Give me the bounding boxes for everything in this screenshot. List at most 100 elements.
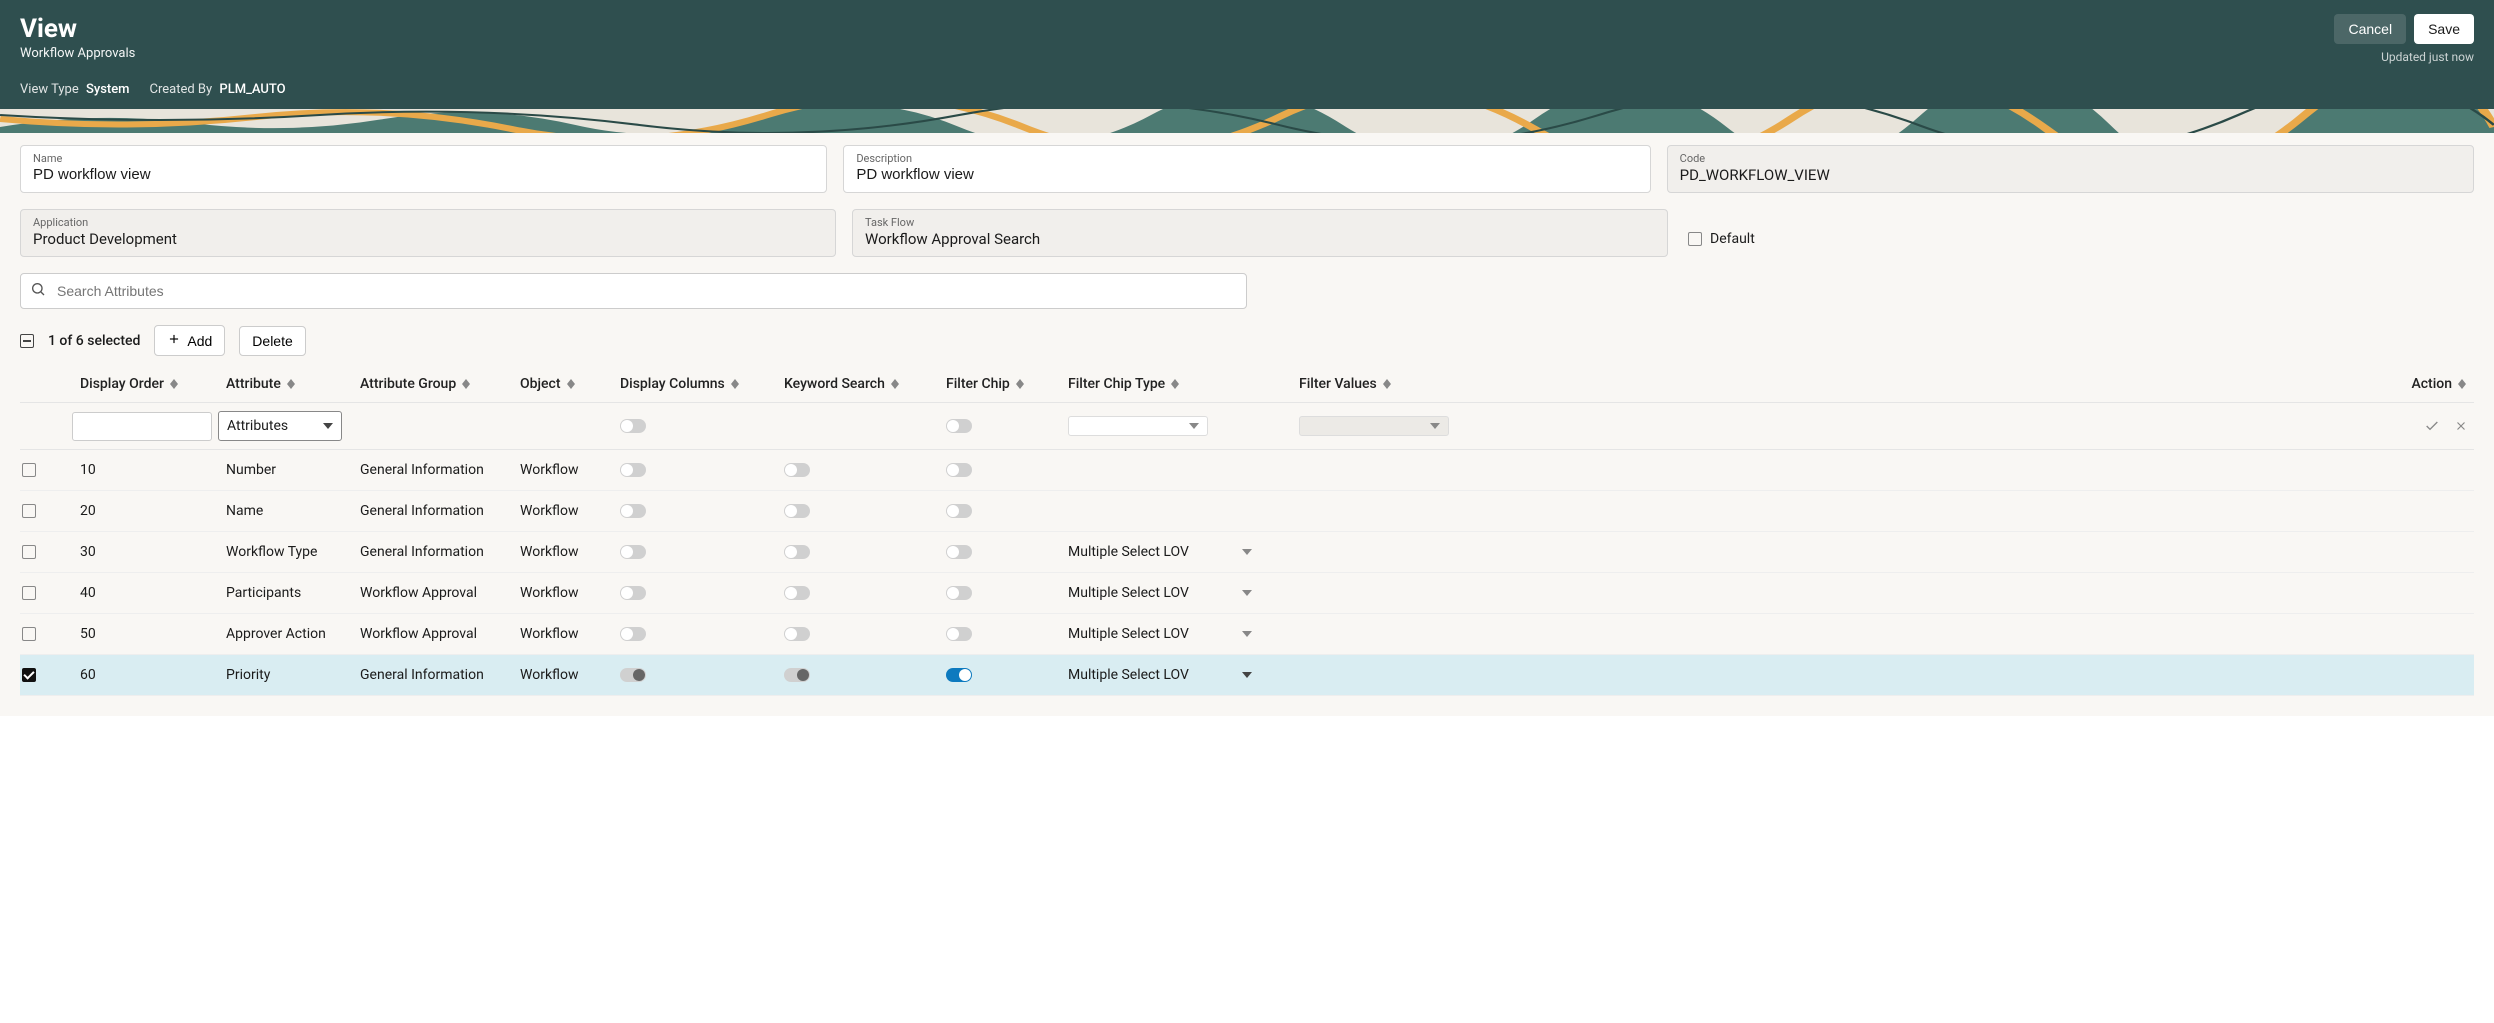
attribute-group-value: Workflow Approval bbox=[360, 585, 477, 601]
meta-view-type: View Type System bbox=[20, 82, 130, 97]
col-filter-values[interactable]: Filter Values bbox=[1291, 376, 2404, 392]
name-label: Name bbox=[33, 152, 814, 165]
keyword-search-toggle[interactable] bbox=[784, 668, 810, 682]
keyword-search-toggle[interactable] bbox=[784, 463, 810, 477]
filter-chip-toggle[interactable] bbox=[946, 586, 972, 600]
col-object[interactable]: Object bbox=[512, 376, 612, 392]
filter-display-col-toggle[interactable] bbox=[620, 419, 646, 433]
save-button[interactable]: Save bbox=[2414, 14, 2474, 44]
filter-attribute-select[interactable]: Attributes bbox=[218, 411, 342, 441]
filter-chip-type-select[interactable] bbox=[1068, 416, 1208, 436]
filter-chip-type-select[interactable]: Multiple Select LOV bbox=[1068, 585, 1258, 601]
name-input[interactable] bbox=[33, 166, 814, 183]
delete-button[interactable]: Delete bbox=[239, 326, 305, 356]
row-checkbox[interactable] bbox=[22, 504, 36, 518]
filter-chip-type-select[interactable]: Multiple Select LOV bbox=[1068, 626, 1258, 642]
table-row[interactable]: 20 Name General Information Workflow bbox=[20, 491, 2474, 532]
col-display-order[interactable]: Display Order bbox=[72, 376, 218, 392]
sort-icon bbox=[891, 379, 899, 389]
add-button[interactable]: Add bbox=[154, 325, 225, 356]
filter-chip-toggle[interactable] bbox=[946, 504, 972, 518]
filter-display-order-input[interactable] bbox=[72, 412, 212, 441]
keyword-search-toggle[interactable] bbox=[784, 545, 810, 559]
display-columns-toggle[interactable] bbox=[620, 627, 646, 641]
sort-icon bbox=[1171, 379, 1179, 389]
meta-view-type-label: View Type bbox=[20, 82, 79, 97]
col-attribute-group[interactable]: Attribute Group bbox=[352, 376, 512, 392]
cancel-button[interactable]: Cancel bbox=[2334, 14, 2406, 44]
confirm-icon[interactable] bbox=[2424, 418, 2440, 434]
object-value: Workflow bbox=[520, 626, 579, 642]
filter-chip-type-select[interactable]: Multiple Select LOV bbox=[1068, 667, 1258, 683]
display-order-value: 50 bbox=[80, 626, 96, 642]
filter-chip-type-select[interactable]: Multiple Select LOV bbox=[1068, 544, 1258, 560]
code-value: PD_WORKFLOW_VIEW bbox=[1680, 166, 2461, 184]
sort-icon bbox=[731, 379, 739, 389]
code-field-card: Code PD_WORKFLOW_VIEW bbox=[1667, 145, 2474, 193]
row-checkbox[interactable] bbox=[22, 627, 36, 641]
default-wrap: Default bbox=[1684, 209, 2474, 257]
filter-chip-type-value: Multiple Select LOV bbox=[1068, 544, 1189, 560]
display-columns-toggle[interactable] bbox=[620, 586, 646, 600]
table-row[interactable]: 40 Participants Workflow Approval Workfl… bbox=[20, 573, 2474, 614]
chevron-down-icon bbox=[1242, 672, 1252, 678]
col-attribute[interactable]: Attribute bbox=[218, 376, 352, 392]
object-value: Workflow bbox=[520, 667, 579, 683]
name-field-card[interactable]: Name bbox=[20, 145, 827, 193]
page-header: View Workflow Approvals Cancel Save Upda… bbox=[0, 0, 2494, 109]
table-row[interactable]: 60 Priority General Information Workflow… bbox=[20, 655, 2474, 696]
keyword-search-toggle[interactable] bbox=[784, 586, 810, 600]
taskflow-value: Workflow Approval Search bbox=[865, 230, 1655, 248]
description-input[interactable] bbox=[856, 166, 1637, 183]
display-columns-toggle[interactable] bbox=[620, 463, 646, 477]
search-input[interactable] bbox=[20, 273, 1247, 309]
description-label: Description bbox=[856, 152, 1637, 165]
updated-text: Updated just now bbox=[2334, 50, 2474, 64]
attribute-value: Participants bbox=[226, 585, 301, 601]
filter-chip-toggle[interactable] bbox=[946, 627, 972, 641]
table-row[interactable]: 10 Number General Information Workflow bbox=[20, 450, 2474, 491]
attribute-value: Workflow Type bbox=[226, 544, 317, 560]
row-checkbox[interactable] bbox=[22, 545, 36, 559]
keyword-search-toggle[interactable] bbox=[784, 504, 810, 518]
table-row[interactable]: 30 Workflow Type General Information Wor… bbox=[20, 532, 2474, 573]
object-value: Workflow bbox=[520, 462, 579, 478]
select-indeterminate-checkbox[interactable] bbox=[20, 334, 34, 348]
content-area: Name Description Code PD_WORKFLOW_VIEW A… bbox=[0, 133, 2494, 716]
close-icon[interactable] bbox=[2454, 419, 2468, 433]
row-checkbox[interactable] bbox=[22, 586, 36, 600]
row-checkbox[interactable] bbox=[22, 668, 36, 682]
keyword-search-toggle[interactable] bbox=[784, 627, 810, 641]
col-filter-chip[interactable]: Filter Chip bbox=[938, 376, 1060, 392]
display-columns-toggle[interactable] bbox=[620, 545, 646, 559]
filter-chip-toggle[interactable] bbox=[946, 463, 972, 477]
filter-chip-toggle[interactable] bbox=[946, 419, 972, 433]
col-filter-chip-type[interactable]: Filter Chip Type bbox=[1060, 376, 1291, 392]
display-order-value: 30 bbox=[80, 544, 96, 560]
filter-chip-type-value: Multiple Select LOV bbox=[1068, 626, 1189, 642]
display-columns-toggle[interactable] bbox=[620, 504, 646, 518]
filter-chip-toggle[interactable] bbox=[946, 668, 972, 682]
display-columns-toggle[interactable] bbox=[620, 668, 646, 682]
attribute-value: Number bbox=[226, 462, 276, 478]
col-keyword-search[interactable]: Keyword Search bbox=[776, 376, 938, 392]
default-checkbox[interactable] bbox=[1688, 232, 1702, 246]
application-field-card: Application Product Development bbox=[20, 209, 836, 257]
filter-values-select[interactable] bbox=[1299, 416, 1449, 436]
col-action[interactable]: Action bbox=[2404, 376, 2474, 392]
table-row[interactable]: 50 Approver Action Workflow Approval Wor… bbox=[20, 614, 2474, 655]
attribute-group-value: General Information bbox=[360, 462, 484, 478]
filter-chip-type-value: Multiple Select LOV bbox=[1068, 585, 1189, 601]
description-field-card[interactable]: Description bbox=[843, 145, 1650, 193]
attribute-value: Approver Action bbox=[226, 626, 326, 642]
row-checkbox[interactable] bbox=[22, 463, 36, 477]
object-value: Workflow bbox=[520, 544, 579, 560]
display-order-value: 40 bbox=[80, 585, 96, 601]
filter-chip-toggle[interactable] bbox=[946, 545, 972, 559]
col-display-columns[interactable]: Display Columns bbox=[612, 376, 776, 392]
decorative-band bbox=[0, 109, 2494, 133]
page-title: View bbox=[20, 14, 135, 44]
object-value: Workflow bbox=[520, 503, 579, 519]
display-order-value: 20 bbox=[80, 503, 96, 519]
sort-icon bbox=[462, 379, 470, 389]
